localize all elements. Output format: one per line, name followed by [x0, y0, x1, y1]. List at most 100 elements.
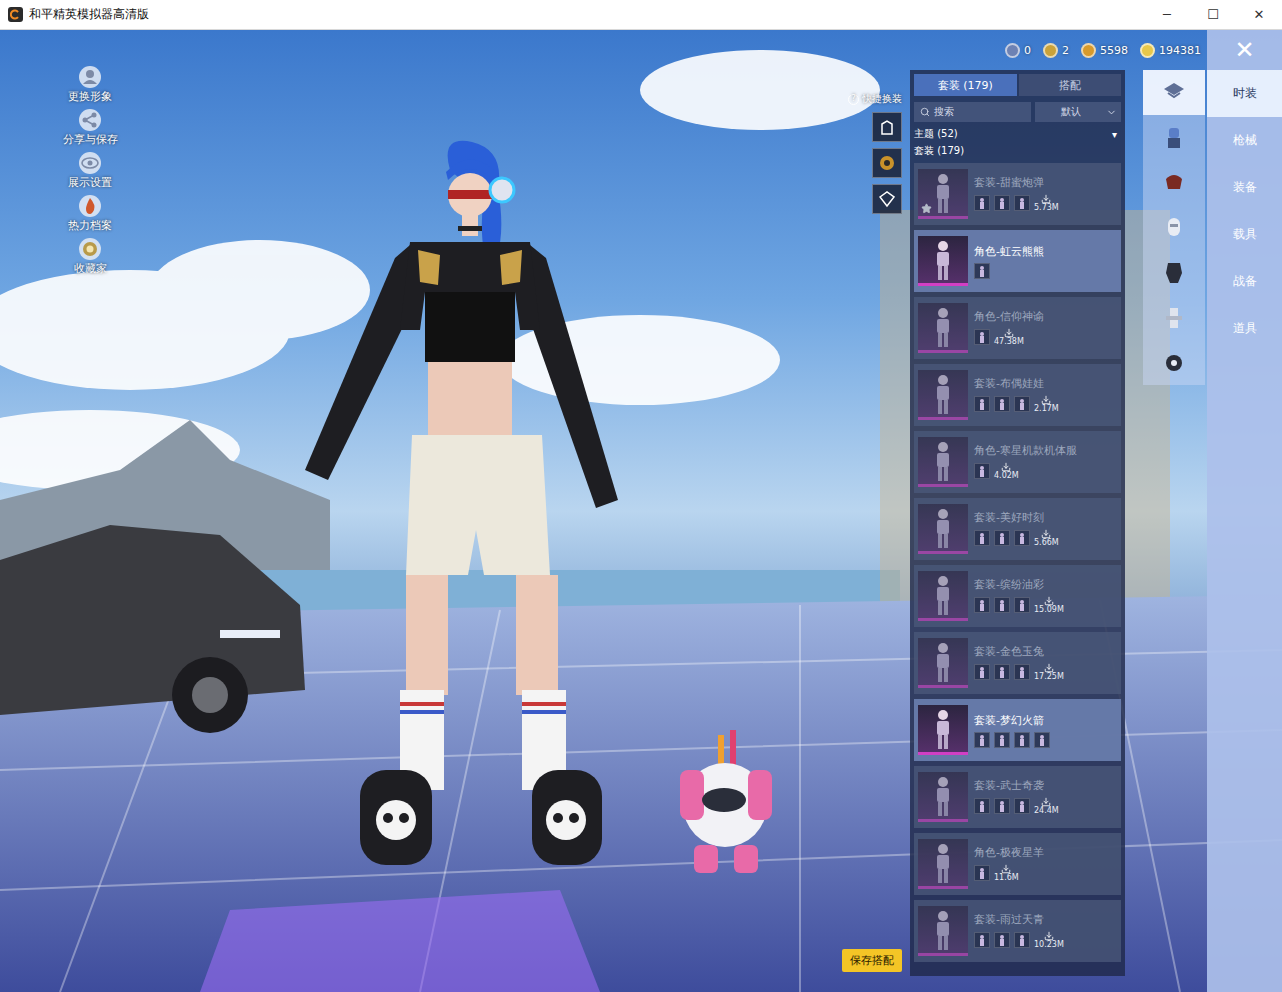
part-icon [1014, 396, 1030, 412]
title-bar: 和平精英模拟器高清版─☐✕ [0, 0, 1282, 30]
outfit-slot-icon [876, 152, 898, 174]
download-size[interactable]: 10.23M [1034, 931, 1064, 950]
category-tab[interactable]: 战备 [1207, 258, 1282, 305]
coin-icon [1081, 43, 1096, 58]
download-icon [1004, 328, 1014, 338]
menu-icon [79, 195, 101, 217]
left-menu-item[interactable]: 分享与保存 [55, 109, 125, 147]
subcategory-icon [1160, 124, 1188, 152]
close-button[interactable]: ✕ [1207, 30, 1282, 70]
outfit-item[interactable]: 角色-极夜星羊 11.6M [914, 833, 1121, 895]
subcategory-tab[interactable] [1143, 160, 1205, 205]
item-body: 套装-美好时刻5.66M [974, 510, 1117, 548]
search-field[interactable]: 搜索 [914, 102, 1031, 122]
item-meta: 11.6M [974, 864, 1117, 883]
sort-dropdown[interactable]: 默认 [1035, 102, 1121, 122]
left-menu-item[interactable]: 展示设置 [55, 152, 125, 190]
download-size[interactable]: 2.17M [1034, 395, 1059, 414]
item-thumbnail [918, 303, 968, 353]
outfit-item[interactable]: 套装-美好时刻5.66M [914, 498, 1121, 560]
outfit-figure-icon [928, 239, 958, 281]
subcategory-tab[interactable] [1143, 70, 1205, 115]
menu-icon [79, 152, 101, 174]
save-button[interactable]: 保存搭配 [842, 949, 902, 972]
panel-tab[interactable]: 套装 (179) [914, 74, 1017, 96]
item-title: 套装-武士奇袭 [974, 778, 1117, 793]
part-icon [994, 597, 1010, 613]
category-tab[interactable]: 时装 [1207, 70, 1282, 117]
chevron-down-icon [1106, 107, 1117, 118]
download-size[interactable]: 24.4M [1034, 797, 1059, 816]
part-icon [994, 396, 1010, 412]
part-icon [974, 263, 990, 279]
outfit-figure-icon [928, 775, 958, 817]
item-thumbnail [918, 236, 968, 286]
left-menu-item[interactable]: 更换形象 [55, 66, 125, 104]
outfit-item[interactable]: 套装-布偶娃娃2.17M [914, 364, 1121, 426]
left-menu-item[interactable]: 热力档案 [55, 195, 125, 233]
item-title: 角色-虹云熊熊 [974, 244, 1117, 259]
quick-change-button[interactable] [872, 148, 902, 178]
pet-robot [680, 730, 772, 873]
item-thumbnail [918, 437, 968, 487]
category-column: ✕时装枪械装备载具战备道具 [1207, 30, 1282, 992]
outfit-item[interactable]: 套装-雨过天青 10.23M [914, 900, 1121, 962]
section-label: 套装 (179) [914, 144, 1121, 158]
outfit-item[interactable]: 角色-寒星机款机体服4.02M [914, 431, 1121, 493]
subcategory-tab[interactable] [1143, 205, 1205, 250]
item-body: 套装-梦幻火箭 [974, 713, 1117, 748]
part-icon [974, 329, 990, 345]
download-size[interactable]: 5.73M [1034, 194, 1059, 213]
item-body: 套装-金色玉兔17.25M [974, 644, 1117, 682]
theme-filter[interactable]: 主题 (52)▾ [914, 127, 1121, 141]
help-icon[interactable]: ? [848, 94, 859, 105]
subcategory-tab[interactable] [1143, 250, 1205, 295]
left-menu-item[interactable]: 收藏家 [55, 238, 125, 276]
coin-icon [1140, 43, 1155, 58]
quick-change-button[interactable] [872, 112, 902, 142]
download-size[interactable]: 5.66M [1034, 529, 1059, 548]
app-logo-icon [8, 7, 23, 22]
stage: ?快捷换装保存搭配 [180, 30, 910, 992]
download-size[interactable]: 11.6M [994, 864, 1019, 883]
category-tab[interactable]: 枪械 [1207, 117, 1282, 164]
category-tab[interactable]: 载具 [1207, 211, 1282, 258]
item-thumbnail [918, 169, 968, 219]
outfit-item[interactable]: 套装-缤纷油彩15.09M [914, 565, 1121, 627]
panel-tab[interactable]: 搭配 [1019, 74, 1122, 96]
window-control[interactable]: ☐ [1190, 0, 1236, 30]
part-icon [974, 530, 990, 546]
download-icon [1041, 194, 1051, 204]
clouds [0, 50, 880, 490]
outfit-item[interactable]: 角色-信仰神谕 47.38M [914, 297, 1121, 359]
window-control[interactable]: ─ [1144, 0, 1190, 30]
outfit-item[interactable]: 角色-虹云熊熊 [914, 230, 1121, 292]
quick-change-label[interactable]: ?快捷换装 [848, 92, 902, 106]
item-body: 套装-武士奇袭 24.4M [974, 778, 1117, 816]
category-tab[interactable]: 道具 [1207, 305, 1282, 352]
outfit-item[interactable]: 套装-武士奇袭 24.4M [914, 766, 1121, 828]
outfit-panel: 套装 (179)搭配搜索默认主题 (52)▾套装 (179)套装-甜蜜炮弹5.7… [910, 70, 1125, 976]
item-title: 套装-雨过天青 [974, 912, 1117, 927]
outfit-item[interactable]: 套装-梦幻火箭 [914, 699, 1121, 761]
download-size[interactable]: 17.25M [1034, 663, 1064, 682]
subcategory-tab[interactable] [1143, 115, 1205, 160]
download-size[interactable]: 4.02M [994, 462, 1019, 481]
category-tab[interactable]: 装备 [1207, 164, 1282, 211]
outfit-item[interactable]: 套装-金色玉兔17.25M [914, 632, 1121, 694]
outfit-figure-icon [928, 306, 958, 348]
subcategory-tab[interactable] [1143, 340, 1205, 385]
currency: 5598 [1081, 43, 1128, 58]
quick-change: ?快捷换装 [848, 92, 902, 214]
item-title: 角色-极夜星羊 [974, 845, 1117, 860]
item-title: 角色-信仰神谕 [974, 309, 1117, 324]
left-menu: 更换形象分享与保存展示设置热力档案收藏家 [0, 30, 180, 992]
panel-tabs: 套装 (179)搭配 [914, 74, 1121, 96]
quick-change-button[interactable] [872, 184, 902, 214]
outfit-item[interactable]: 套装-甜蜜炮弹5.73M [914, 163, 1121, 225]
window-control[interactable]: ✕ [1236, 0, 1282, 30]
subcategory-tab[interactable] [1143, 295, 1205, 340]
download-size[interactable]: 47.38M [994, 328, 1024, 347]
part-icon [974, 396, 990, 412]
download-size[interactable]: 15.09M [1034, 596, 1064, 615]
